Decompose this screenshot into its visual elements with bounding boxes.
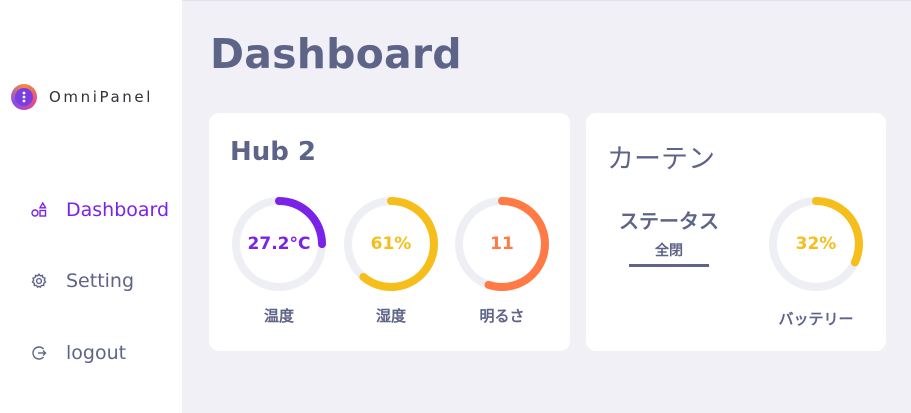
battery-gauge: 32%: [766, 194, 866, 294]
humidity-label: 湿度: [375, 307, 406, 325]
sidebar-item-dashboard[interactable]: Dashboard: [30, 197, 169, 223]
humidity-value: 61%: [370, 234, 412, 254]
hub-card-title: Hub 2: [230, 137, 317, 167]
brightness-value: 11: [490, 234, 514, 254]
sidebar-item-label: Setting: [66, 270, 135, 292]
brightness-label: 明るさ: [479, 307, 525, 325]
brand-logo-icon: [11, 84, 37, 110]
logout-icon: [30, 344, 48, 362]
gear-icon: [30, 272, 48, 290]
sidebar-item-label: logout: [66, 342, 127, 364]
brand-name: OmniPanel: [49, 88, 153, 106]
humidity-gauge: 61%: [341, 194, 441, 294]
sidebar: OmniPanel Dashboard Setting logout: [0, 0, 182, 413]
temperature-label: 温度: [263, 307, 294, 325]
hub-card: Hub 2 27.2°C 温度 61% 湿度 11 明るさ: [209, 113, 570, 351]
curtain-status: ステータス 全閉: [614, 205, 724, 267]
shapes-icon: [30, 201, 48, 219]
curtain-card-title: カーテン: [607, 144, 715, 175]
brightness-gauge: 11: [452, 194, 552, 294]
temperature-gauge: 27.2°C: [229, 194, 329, 294]
status-value-button[interactable]: 全閉: [629, 240, 709, 267]
page-title: Dashboard: [210, 30, 462, 78]
brand: OmniPanel: [11, 84, 153, 110]
sidebar-item-setting[interactable]: Setting: [30, 268, 134, 294]
battery-label: バッテリー: [778, 310, 854, 328]
sidebar-item-label: Dashboard: [66, 199, 170, 221]
status-title: ステータス: [619, 209, 719, 233]
battery-value: 32%: [795, 234, 837, 254]
temperature-value: 27.2°C: [247, 234, 311, 254]
curtain-card: カーテン ステータス 全閉 32% バッテリー: [586, 113, 886, 351]
sidebar-item-logout[interactable]: logout: [30, 340, 126, 366]
